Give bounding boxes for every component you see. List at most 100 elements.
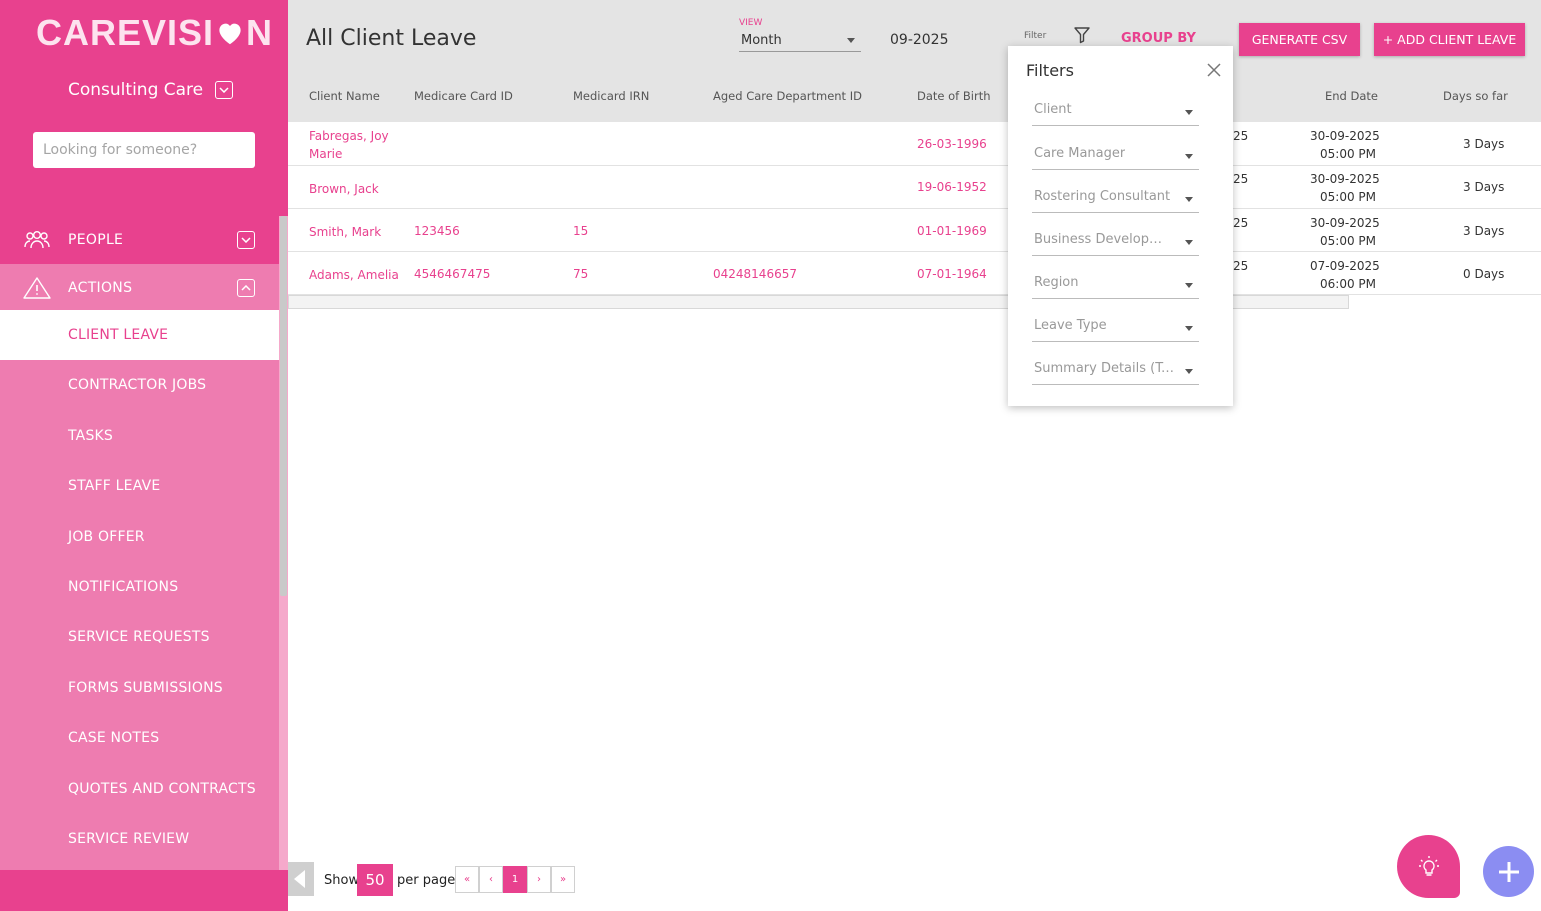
caret-down-icon	[847, 38, 855, 43]
caret-down-icon	[1185, 369, 1193, 374]
column-header-end-date[interactable]: End Date	[1325, 89, 1378, 103]
sidebar-item-client-leave[interactable]: CLIENT LEAVE	[0, 310, 279, 360]
client-name-link[interactable]: Marie	[309, 145, 342, 163]
org-selector[interactable]: Consulting Care	[68, 80, 234, 100]
filters-panel: Filters Client Care Manager Rostering Co…	[1008, 46, 1233, 406]
days-cell: 0 Days	[1463, 267, 1505, 281]
heart-icon	[219, 23, 241, 45]
chevron-down-icon[interactable]	[215, 81, 234, 99]
medicard-irn-cell: 75	[573, 267, 589, 281]
sidebar-item-tasks[interactable]: TASKS	[0, 411, 279, 461]
warning-icon	[23, 277, 51, 299]
sidebar-section-label: ACTIONS	[68, 280, 133, 296]
days-cell: 3 Days	[1463, 180, 1505, 194]
filters-title: Filters	[1026, 61, 1074, 80]
view-select[interactable]: Month	[739, 30, 861, 52]
start-date-cell: 25	[1233, 129, 1249, 143]
add-fab-button[interactable]	[1483, 846, 1534, 897]
sidebar-item-quotes-and-contracts[interactable]: QUOTES AND CONTRACTS	[0, 764, 279, 814]
filter-summary-details-select[interactable]: Summary Details (Total)	[1032, 361, 1199, 385]
column-header-medicard-irn[interactable]: Medicard IRN	[573, 89, 649, 103]
filter-care-manager-select[interactable]: Care Manager	[1032, 146, 1199, 170]
sidebar-item-case-notes[interactable]: CASE NOTES	[0, 713, 279, 763]
medicare-card-cell: 4546467475	[414, 267, 491, 281]
end-time-cell: 05:00 PM	[1320, 190, 1376, 204]
filter-client-label: Client	[1034, 102, 1072, 117]
sidebar-item-service-requests[interactable]: SERVICE REQUESTS	[0, 612, 279, 662]
end-date-cell: 30-09-2025	[1310, 129, 1380, 143]
search-input[interactable]	[33, 132, 255, 168]
page-button-current[interactable]: 1	[503, 866, 527, 893]
aged-care-id-cell: 04248146657	[713, 267, 797, 281]
next-page-button[interactable]: ›	[527, 866, 551, 893]
sidebar-item-staff-leave[interactable]: STAFF LEAVE	[0, 461, 279, 511]
first-page-button[interactable]: «	[455, 866, 479, 893]
client-name-link[interactable]: Smith, Mark	[309, 223, 381, 241]
column-header-aged-care-id[interactable]: Aged Care Department ID	[713, 89, 862, 103]
people-icon	[24, 231, 50, 249]
chevron-down-icon[interactable]	[237, 231, 255, 249]
filter-icon[interactable]	[1073, 26, 1091, 44]
end-time-cell: 06:00 PM	[1320, 277, 1376, 291]
prev-page-button[interactable]: ‹	[479, 866, 503, 893]
caret-down-icon	[1185, 197, 1193, 202]
sidebar-item-notifications[interactable]: NOTIFICATIONS	[0, 562, 279, 612]
end-time-cell: 05:00 PM	[1320, 147, 1376, 161]
end-date-cell: 07-09-2025	[1310, 259, 1380, 273]
filter-business-development-label: Business Development	[1034, 232, 1174, 247]
filter-summary-details-label: Summary Details (Total)	[1034, 361, 1174, 376]
generate-csv-button[interactable]: GENERATE CSV	[1239, 23, 1360, 56]
tips-button[interactable]	[1397, 835, 1460, 898]
view-select-value: Month	[741, 33, 782, 48]
sidebar-section-actions[interactable]: ACTIONS	[0, 264, 279, 312]
caret-down-icon	[1185, 326, 1193, 331]
sidebar-scrollbar-thumb[interactable]	[280, 216, 287, 596]
plus-icon	[1498, 861, 1519, 882]
start-date-cell: 25	[1233, 172, 1249, 186]
carevision-logo[interactable]: CAREVISI N	[36, 12, 273, 54]
filter-region-label: Region	[1034, 275, 1079, 290]
column-header-medicare-card-id[interactable]: Medicare Card ID	[414, 89, 513, 103]
filter-client-select[interactable]: Client	[1032, 102, 1199, 126]
caret-down-icon	[1185, 240, 1193, 245]
logo-text-end: N	[246, 12, 274, 53]
dob-cell: 19-06-1952	[917, 180, 987, 194]
per-page-select[interactable]: 50	[357, 864, 393, 896]
filter-region-select[interactable]: Region	[1032, 275, 1199, 299]
last-page-button[interactable]: »	[551, 866, 575, 893]
days-cell: 3 Days	[1463, 137, 1505, 151]
filter-rostering-consultant-label: Rostering Consultant	[1034, 189, 1171, 204]
sidebar-section-people[interactable]: PEOPLE	[0, 216, 279, 264]
client-name-link[interactable]: Adams, Amelia	[309, 266, 399, 284]
sidebar-item-job-offer[interactable]: JOB OFFER	[0, 512, 279, 562]
view-label: VIEW	[739, 18, 763, 28]
filter-rostering-consultant-select[interactable]: Rostering Consultant	[1032, 189, 1199, 213]
date-picker[interactable]: 09-2025	[890, 32, 949, 48]
column-header-client-name[interactable]: Client Name	[309, 89, 380, 103]
chevron-up-icon[interactable]	[237, 279, 255, 297]
filter-leave-type-label: Leave Type	[1034, 318, 1107, 333]
caret-down-icon	[1185, 154, 1193, 159]
caret-left-icon	[294, 870, 305, 888]
sidebar-item-service-review[interactable]: SERVICE REVIEW	[0, 814, 279, 864]
column-header-date-of-birth[interactable]: Date of Birth	[917, 89, 991, 103]
client-name-link[interactable]: Fabregas, Joy	[309, 127, 389, 145]
end-date-cell: 30-09-2025	[1310, 216, 1380, 230]
filter-business-development-select[interactable]: Business Development	[1032, 232, 1199, 256]
filter-label: Filter	[1024, 31, 1047, 41]
column-header-days-so-far[interactable]: Days so far	[1443, 89, 1508, 103]
add-client-leave-button[interactable]: + ADD CLIENT LEAVE	[1374, 23, 1525, 56]
sidebar-section-label: PEOPLE	[68, 232, 124, 248]
sidebar-item-forms-submissions[interactable]: FORMS SUBMISSIONS	[0, 663, 279, 713]
filter-leave-type-select[interactable]: Leave Type	[1032, 318, 1199, 342]
client-name-link[interactable]: Brown, Jack	[309, 180, 379, 198]
group-by-button[interactable]: GROUP BY	[1121, 31, 1196, 46]
caret-down-icon	[1185, 110, 1193, 115]
days-cell: 3 Days	[1463, 224, 1505, 238]
medicard-irn-cell: 15	[573, 224, 589, 238]
page-header	[288, 0, 1541, 122]
sidebar-item-contractor-jobs[interactable]: CONTRACTOR JOBS	[0, 360, 279, 410]
collapse-sidebar-button[interactable]	[288, 862, 314, 896]
close-icon[interactable]	[1206, 62, 1222, 78]
start-date-cell: 25	[1233, 216, 1249, 230]
